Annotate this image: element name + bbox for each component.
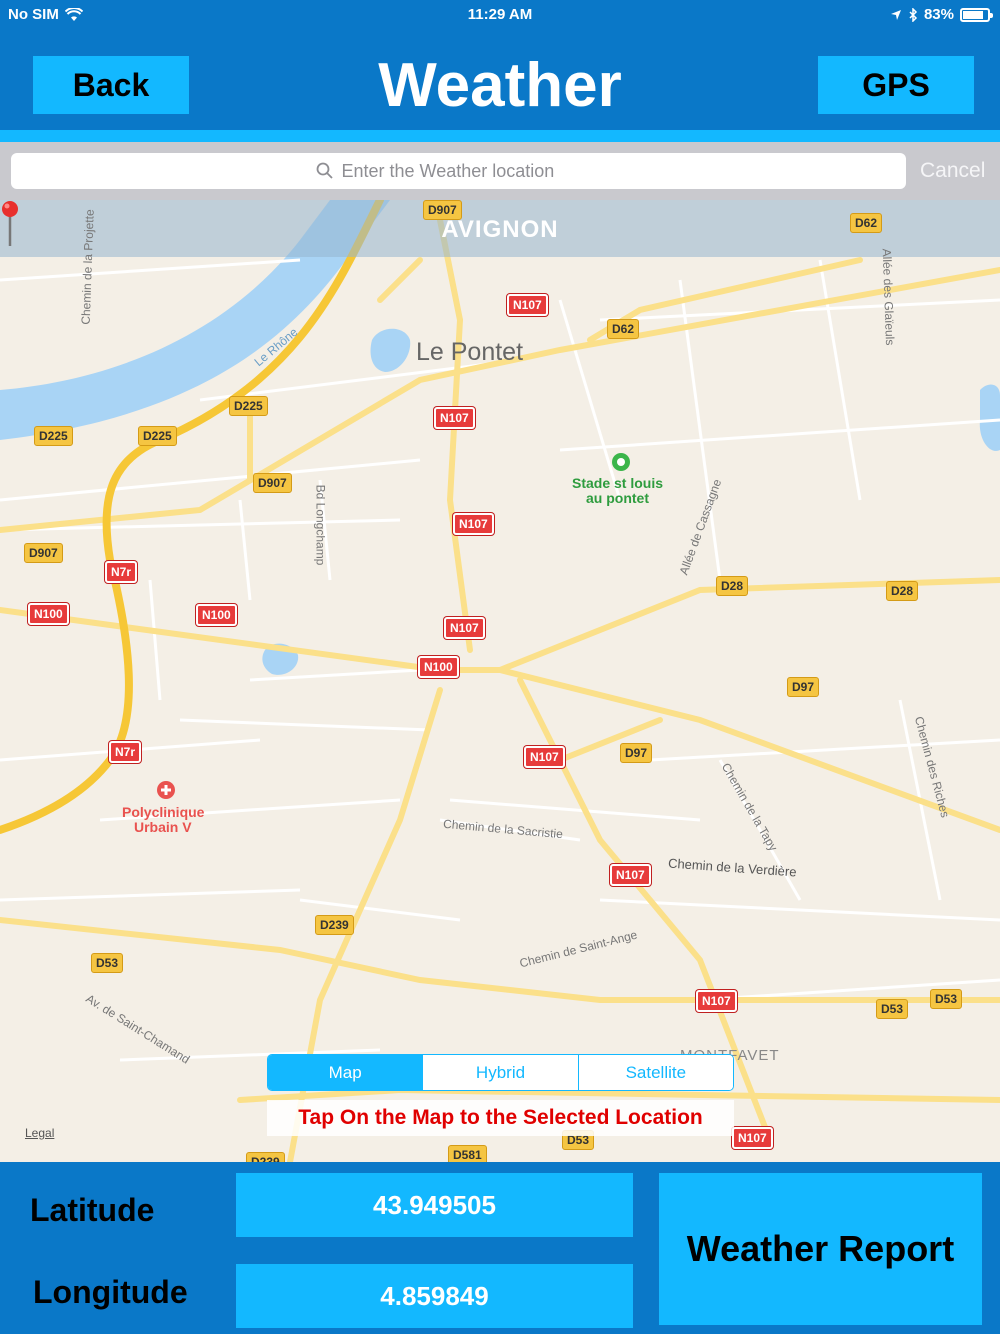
road-shield: N7r — [109, 741, 142, 763]
road-shield: N107 — [434, 407, 475, 429]
place-stade-line2: au pontet — [586, 490, 649, 506]
place-le-pontet: Le Pontet — [416, 338, 524, 366]
road-shield: N107 — [610, 864, 651, 886]
road-shield: D239 — [246, 1152, 285, 1162]
weather-report-button[interactable]: Weather Report — [659, 1173, 982, 1325]
longitude-label: Longitude — [33, 1274, 188, 1310]
road-shield: D62 — [850, 213, 883, 233]
road-shield: N107 — [696, 990, 737, 1012]
road-shield: D53 — [876, 999, 909, 1019]
map-pin-icon[interactable] — [0, 200, 20, 248]
road-shield: D581 — [448, 1145, 487, 1162]
road-shield: N100 — [28, 603, 69, 625]
gps-button[interactable]: GPS — [818, 56, 974, 114]
place-clinic-line2: Urbain V — [134, 819, 192, 835]
map-type-satellite[interactable]: Satellite — [577, 1055, 733, 1090]
hospital-icon — [157, 781, 175, 799]
road-shield: D907 — [423, 200, 462, 220]
road-shield: D62 — [607, 319, 640, 339]
clock: 11:29 AM — [467, 6, 533, 23]
search-bar: Cancel — [0, 142, 1000, 200]
location-arrow-icon — [890, 9, 901, 20]
road-shield: N107 — [453, 513, 494, 535]
road-shield: N100 — [196, 604, 237, 626]
coordinates-panel: Latitude 43.949505 Longitude 4.859849 We… — [0, 1162, 1000, 1334]
status-bar: No SIM 11:29 AM 83% — [0, 0, 1000, 30]
road-shield: D28 — [716, 576, 749, 596]
road-shield: D28 — [886, 581, 919, 601]
map-type-control: Map Hybrid Satellite — [267, 1054, 734, 1091]
road-shield: D225 — [229, 396, 268, 416]
road-shield: D53 — [91, 953, 124, 973]
road-shield: N100 — [418, 656, 459, 678]
tap-hint: Tap On the Map to the Selected Location — [267, 1100, 734, 1136]
map-type-hybrid[interactable]: Hybrid — [422, 1055, 578, 1090]
nav-header: Back Weather GPS — [0, 30, 1000, 130]
road-shield: N107 — [732, 1127, 773, 1149]
longitude-value: 4.859849 — [236, 1264, 633, 1328]
road-shield: D97 — [787, 677, 820, 697]
road-shield: N107 — [444, 617, 485, 639]
road-shield: D225 — [34, 426, 73, 446]
map-type-map[interactable]: Map — [268, 1055, 423, 1090]
stadium-icon — [612, 453, 630, 471]
latitude-value: 43.949505 — [236, 1173, 633, 1237]
road-shield: D53 — [930, 989, 963, 1009]
latitude-label: Latitude — [30, 1192, 155, 1228]
road-shield: D239 — [315, 915, 354, 935]
place-clinic-line1: Polyclinique — [122, 804, 205, 820]
road-shield: D907 — [253, 473, 292, 493]
battery-icon — [960, 7, 993, 22]
bluetooth-icon — [909, 7, 918, 22]
road-shield: N107 — [524, 746, 565, 768]
place-stade-line1: Stade st louis — [572, 475, 664, 491]
road-shield: D907 — [24, 543, 63, 563]
road-shield: N7r — [105, 561, 138, 583]
search-input[interactable] — [341, 160, 602, 182]
street-label: Bd Longchamp — [313, 484, 328, 566]
battery-percent: 83% — [923, 6, 954, 23]
map-view[interactable]: AVIGNON Le Pontet Stade st louis au pont… — [0, 200, 1000, 1162]
search-icon — [316, 162, 333, 179]
road-shield: N107 — [507, 294, 548, 316]
road-shield: D225 — [138, 426, 177, 446]
road-shield: D97 — [620, 743, 653, 763]
legal-link[interactable]: Legal — [25, 1126, 54, 1140]
header-divider — [0, 130, 1000, 142]
search-field[interactable] — [11, 153, 906, 189]
cancel-button[interactable]: Cancel — [920, 159, 985, 183]
